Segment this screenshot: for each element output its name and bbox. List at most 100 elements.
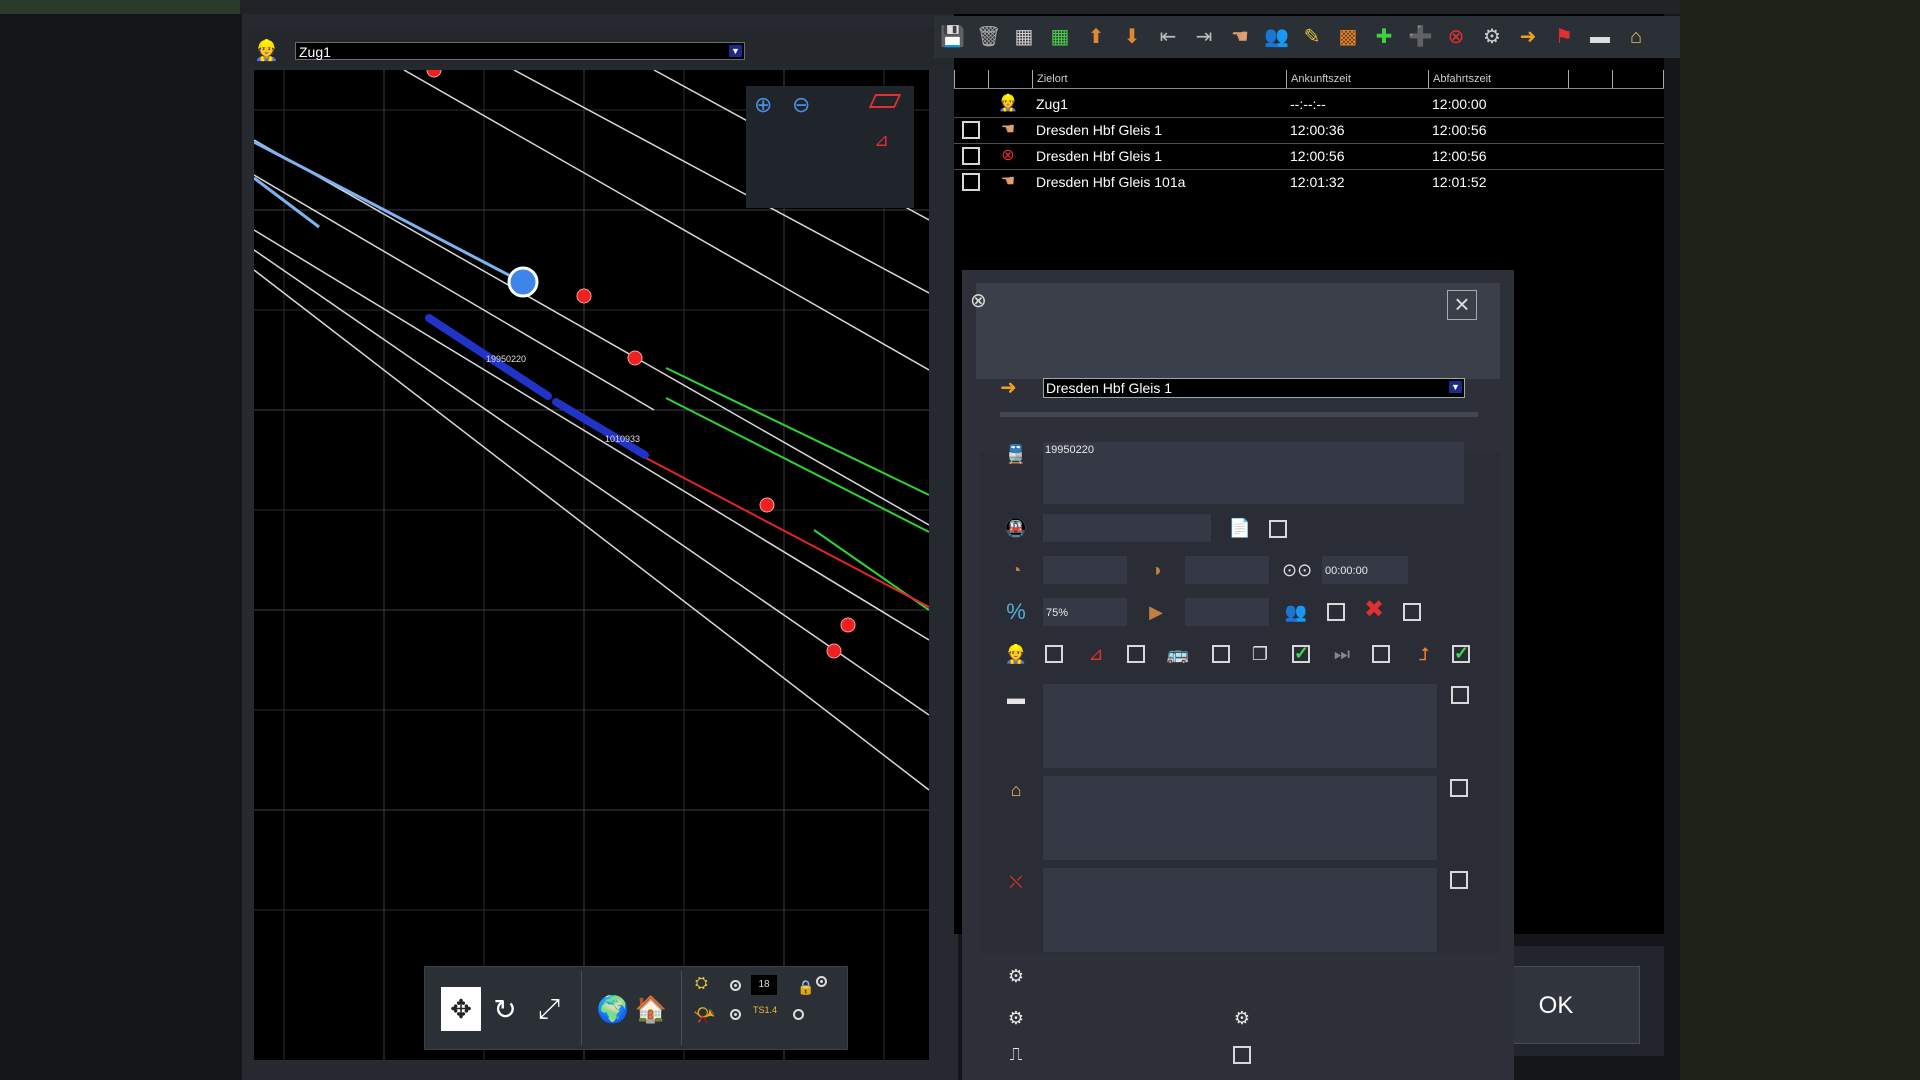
train-label-1: 19950220 — [486, 354, 526, 364]
row-destination: Dresden Hbf Gleis 1 — [1036, 148, 1163, 164]
person-checkbox[interactable] — [1045, 645, 1063, 663]
row-arrival: 12:01:32 — [1290, 174, 1345, 190]
train-side-icon[interactable]: ⌂ — [1624, 25, 1648, 49]
col-departure[interactable]: Abfahrtszeit — [1428, 70, 1568, 88]
close-icon[interactable]: × — [1447, 290, 1477, 320]
front-checkbox[interactable] — [1451, 686, 1469, 704]
merge-icon[interactable]: ⇥ — [1192, 25, 1216, 49]
eraser-icon[interactable] — [868, 94, 902, 108]
row-checkbox[interactable] — [962, 121, 980, 139]
arrival-time-field[interactable] — [1043, 556, 1127, 584]
split-icon[interactable]: ⇤ — [1156, 25, 1180, 49]
zoom-out-icon[interactable]: ⊖ — [792, 92, 810, 118]
train-front-icon[interactable]: ▬ — [1588, 25, 1612, 49]
train-number-text: 19950220 — [1045, 444, 1094, 456]
side-list[interactable] — [1043, 776, 1437, 860]
divider — [1000, 412, 1478, 417]
destination-select[interactable]: Dresden Hbf Gleis 1 ▼ — [1043, 378, 1465, 398]
col-arrival[interactable]: Ankunftszeit — [1286, 70, 1428, 88]
train-icon: 🚆 — [1004, 444, 1028, 464]
grid-green-icon[interactable]: ▦ — [1048, 25, 1072, 49]
departure-time-field[interactable] — [1185, 556, 1269, 584]
ts-radio[interactable] — [793, 1009, 804, 1020]
track-map[interactable]: 19950220 1010933 — [254, 70, 929, 1060]
side-checkbox[interactable] — [1450, 779, 1468, 797]
no-stop-icon: ⊗ — [1001, 147, 1015, 164]
lock-radio[interactable] — [816, 976, 827, 987]
people-checkbox[interactable] — [1327, 603, 1345, 621]
arrive-icon[interactable]: ➜ — [1516, 25, 1540, 49]
driver-field[interactable] — [1043, 514, 1211, 542]
horn-icon: 📯 — [693, 1005, 716, 1025]
grid-icon[interactable]: ▦ — [1012, 25, 1036, 49]
save-icon[interactable]: 💾 — [940, 25, 965, 49]
table-row[interactable]: ☚ Dresden Hbf Gleis 101a 12:01:32 12:01:… — [954, 169, 1664, 195]
wait-time-text: 00:00:00 — [1325, 565, 1368, 577]
eraser-tool-icon: ⊿ — [1088, 644, 1104, 664]
people-icon[interactable]: 👥 — [1264, 25, 1289, 49]
table-row[interactable]: ☚ Dresden Hbf Gleis 1 12:00:36 12:00:56 — [954, 117, 1664, 144]
percent-text: 75% — [1046, 607, 1069, 619]
eraser-tool-icon[interactable]: ⊿ — [874, 130, 889, 151]
skip-checkbox[interactable] — [1372, 645, 1390, 663]
train-front-icon: ▬ — [1007, 688, 1025, 708]
horn-radio[interactable] — [730, 1009, 741, 1020]
train-side-icon: ⌂ — [1010, 780, 1022, 800]
resize-icon[interactable]: ⤢ — [529, 987, 569, 1031]
row-destination: Dresden Hbf Gleis 101a — [1036, 174, 1186, 190]
row-arrival: 12:00:56 — [1290, 148, 1345, 164]
driver-checkbox[interactable] — [1269, 520, 1287, 538]
add-after-icon[interactable]: ✚ — [1372, 25, 1396, 49]
add-icon[interactable]: ➕ — [1408, 25, 1433, 49]
cross-icon: ✖ — [1363, 596, 1385, 623]
col-destination[interactable]: Zielort — [1032, 70, 1286, 88]
fit-view-icon[interactable]: ✥ — [441, 987, 481, 1031]
dialog-header — [976, 283, 1500, 379]
settings-icon: ⚙ — [1007, 1008, 1025, 1028]
train-label-2: 1010933 — [605, 434, 640, 444]
edit-icon[interactable]: ✎ — [1300, 25, 1324, 49]
hand-icon[interactable]: ☚ — [1228, 25, 1252, 49]
row-checkbox[interactable] — [962, 147, 980, 165]
people-icon: 👥 — [1284, 602, 1308, 622]
home-icon[interactable]: 🏠 — [631, 987, 671, 1031]
train-select[interactable]: Zug1 ▼ — [295, 42, 745, 60]
table-row[interactable]: 👷 Zug1 --:--:-- 12:00:00 — [954, 91, 1664, 118]
zoom-in-icon[interactable]: ⊕ — [754, 92, 772, 118]
scene-background-top — [240, 0, 1680, 14]
copy-checkbox[interactable] — [1292, 643, 1310, 664]
move-down-icon[interactable]: ⬇ — [1120, 25, 1144, 49]
settings-icon[interactable]: ⚙ — [1480, 25, 1504, 49]
flag-icon[interactable]: ⚑ — [1552, 25, 1576, 49]
speed-icon: ▶ — [1149, 602, 1163, 622]
eraser-checkbox[interactable] — [1127, 645, 1145, 663]
arrive-icon: ➜ — [1000, 377, 1017, 399]
excluded-list[interactable] — [1043, 868, 1437, 952]
table-row[interactable]: ⊗ Dresden Hbf Gleis 1 12:00:56 12:00:56 — [954, 143, 1664, 170]
grid-orange-icon[interactable]: ▩ — [1336, 25, 1360, 49]
turn-checkbox[interactable] — [1452, 643, 1470, 664]
front-list[interactable] — [1043, 684, 1437, 768]
dropdown-arrow-icon[interactable]: ▼ — [729, 45, 742, 57]
map-bottom-toolbar: ✥ ↻ ⤢ 🌍 🏠 ⛭ 18 🔒 📯 TS1.4 — [424, 966, 848, 1050]
row-arrival: 12:00:36 — [1290, 122, 1345, 138]
train-number-field[interactable] — [1043, 442, 1464, 504]
remove-icon[interactable]: ⊗ — [1444, 25, 1468, 49]
hand-icon: ☚ — [1000, 121, 1016, 138]
excluded-checkbox[interactable] — [1450, 871, 1468, 889]
dropdown-arrow-icon[interactable]: ▼ — [1449, 381, 1462, 393]
bus-checkbox[interactable] — [1212, 645, 1230, 663]
signal-radio[interactable] — [730, 980, 741, 991]
move-up-icon[interactable]: ⬆ — [1084, 25, 1108, 49]
no-stop-icon: ⊗ — [970, 290, 987, 312]
cross-checkbox[interactable] — [1403, 603, 1421, 621]
row-checkbox[interactable] — [962, 173, 980, 191]
skip-icon: ⏭ — [1333, 644, 1351, 664]
rotate-icon[interactable]: ↻ — [485, 987, 525, 1031]
speed-field[interactable] — [1185, 598, 1269, 626]
driver-icon: 👷 — [254, 40, 279, 62]
delete-icon[interactable]: 🗑 — [976, 25, 1001, 49]
signal-checkbox[interactable] — [1233, 1046, 1251, 1064]
globe-icon[interactable]: 🌍 — [593, 987, 633, 1031]
no-train-icon: ⛌ — [1009, 872, 1023, 892]
